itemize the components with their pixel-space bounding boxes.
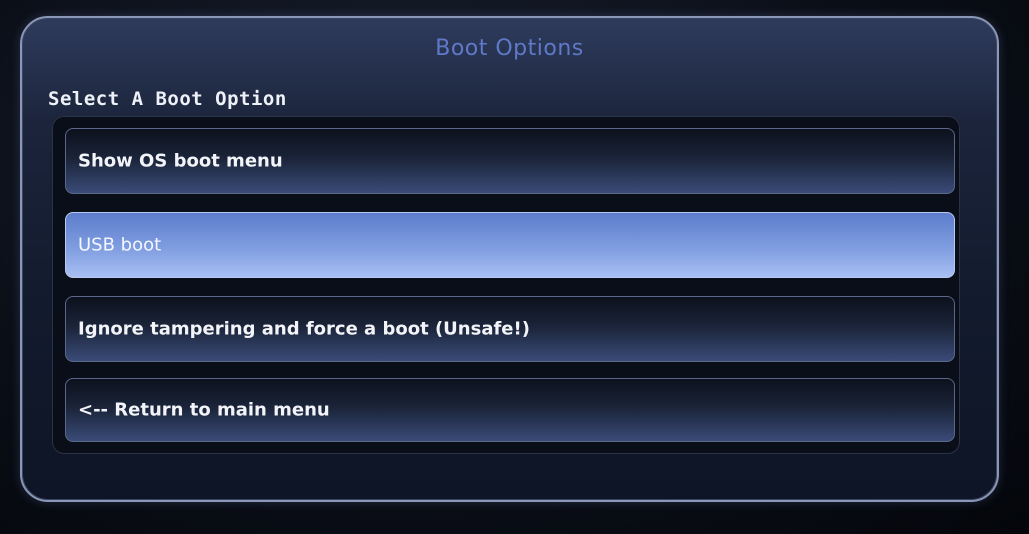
option-show-os-boot-menu[interactable]: Show OS boot menu [65, 128, 955, 194]
option-usb-boot[interactable]: USB boot [65, 212, 955, 278]
option-label: USB boot [78, 234, 162, 256]
option-return-to-main-menu[interactable]: <-- Return to main menu [65, 378, 955, 442]
boot-options-panel: Boot Options Select A Boot Option Show O… [20, 16, 999, 502]
boot-screen: Boot Options Select A Boot Option Show O… [0, 0, 1029, 534]
option-label: Show OS boot menu [78, 150, 283, 172]
option-label: <-- Return to main menu [78, 399, 330, 421]
boot-option-list: Show OS boot menu USB boot Ignore tamper… [52, 116, 960, 454]
panel-title: Boot Options [435, 36, 584, 61]
option-force-boot-unsafe[interactable]: Ignore tampering and force a boot (Unsaf… [65, 296, 955, 362]
option-label: Ignore tampering and force a boot (Unsaf… [78, 318, 530, 340]
section-label: Select A Boot Option [48, 88, 287, 110]
